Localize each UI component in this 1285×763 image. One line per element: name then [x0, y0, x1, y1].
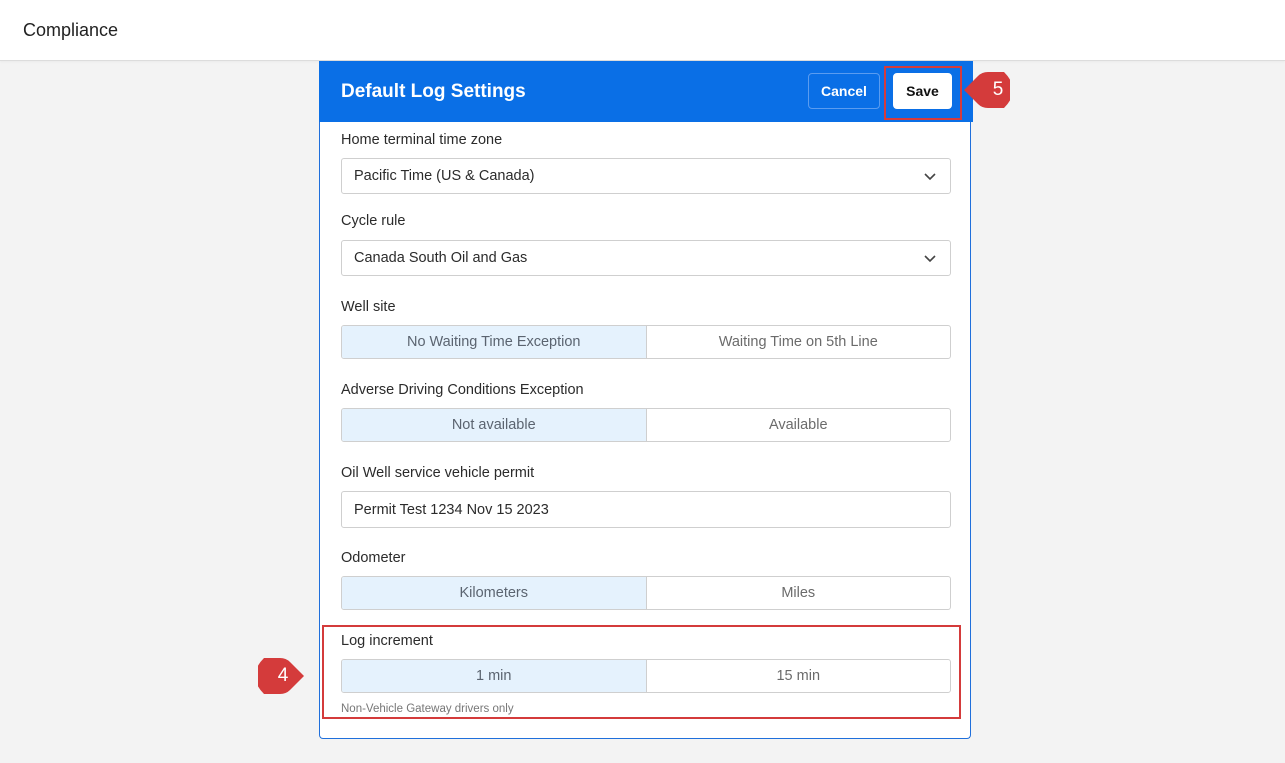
adverse-option-available[interactable]: Available	[645, 409, 951, 441]
chevron-down-icon	[924, 173, 936, 181]
well-site-toggle[interactable]: No Waiting Time Exception Waiting Time o…	[341, 325, 951, 359]
odometer-option-miles[interactable]: Miles	[645, 577, 951, 609]
save-highlight-box	[884, 66, 962, 120]
step-4-number: 4	[277, 665, 289, 686]
cycle-rule-label: Cycle rule	[341, 213, 406, 229]
top-bar: Compliance	[0, 0, 1285, 61]
permit-label: Oil Well service vehicle permit	[341, 465, 535, 481]
odometer-option-kilometers[interactable]: Kilometers	[342, 577, 646, 609]
panel-header: Default Log Settings Cancel Save	[319, 61, 973, 122]
step-5-number: 5	[992, 79, 1004, 100]
cycle-rule-select[interactable]: Canada South Oil and Gas	[341, 240, 951, 276]
log-increment-highlight-box	[322, 625, 961, 719]
chevron-down-icon	[924, 255, 936, 263]
well-site-option-no-waiting[interactable]: No Waiting Time Exception	[342, 326, 646, 358]
page-title: Compliance	[23, 20, 119, 40]
panel-title: Default Log Settings	[341, 81, 526, 102]
odometer-label: Odometer	[341, 550, 406, 566]
time-zone-select[interactable]: Pacific Time (US & Canada)	[341, 158, 951, 194]
adverse-driving-toggle[interactable]: Not available Available	[341, 408, 951, 442]
time-zone-value: Pacific Time (US & Canada)	[354, 168, 535, 184]
well-site-option-waiting-5th-line[interactable]: Waiting Time on 5th Line	[645, 326, 951, 358]
cancel-button[interactable]: Cancel	[808, 73, 880, 109]
well-site-label: Well site	[341, 299, 396, 315]
odometer-toggle[interactable]: Kilometers Miles	[341, 576, 951, 610]
permit-input[interactable]	[341, 491, 951, 528]
time-zone-label: Home terminal time zone	[341, 132, 503, 148]
adverse-driving-label: Adverse Driving Conditions Exception	[341, 382, 584, 398]
adverse-option-not-available[interactable]: Not available	[342, 409, 646, 441]
cycle-rule-value: Canada South Oil and Gas	[354, 250, 528, 266]
